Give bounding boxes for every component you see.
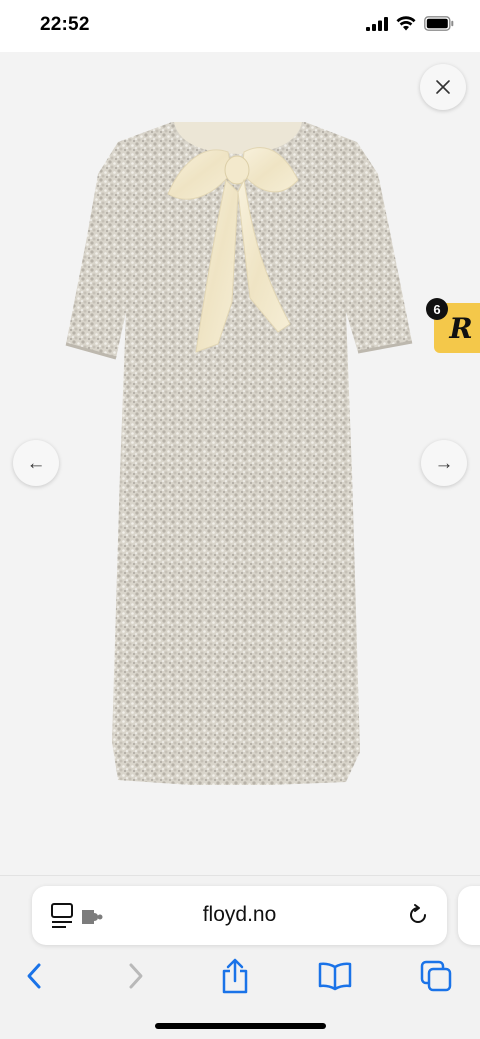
bookmarks-button[interactable] [315,958,355,994]
forward-button[interactable] [116,958,156,994]
share-icon [222,958,248,994]
home-indicator[interactable] [155,1023,326,1029]
next-tab-address-bar[interactable] [458,886,480,945]
wifi-icon [396,16,416,31]
status-icons [366,16,454,31]
notification-count-badge: 6 [426,298,448,320]
tabs-icon [420,960,452,992]
address-bar[interactable]: floyd.no [32,886,447,945]
status-bar: 22:52 [0,0,480,52]
close-icon [436,80,450,94]
share-button[interactable] [215,958,255,994]
browser-toolbar [0,954,480,998]
url-text: floyd.no [202,903,277,926]
bookmarks-icon [318,962,352,991]
product-image-viewer: ← → R 6 [0,52,480,875]
browser-chrome: floyd.no [0,875,480,1039]
arrow-right-icon: → [434,452,454,474]
close-button[interactable] [420,64,466,110]
product-image [65,122,413,785]
reload-icon[interactable] [405,902,431,928]
forward-icon [129,963,143,989]
previous-image-button[interactable]: ← [13,440,59,486]
next-image-button[interactable]: → [421,440,467,486]
status-time: 22:52 [40,14,90,35]
tabs-button[interactable] [416,958,456,994]
back-icon [27,963,41,989]
battery-icon [424,16,454,31]
arrow-left-icon: ← [26,452,46,474]
extension-logo-icon: R [449,311,473,345]
back-button[interactable] [14,958,54,994]
cellular-signal-icon [366,16,388,31]
